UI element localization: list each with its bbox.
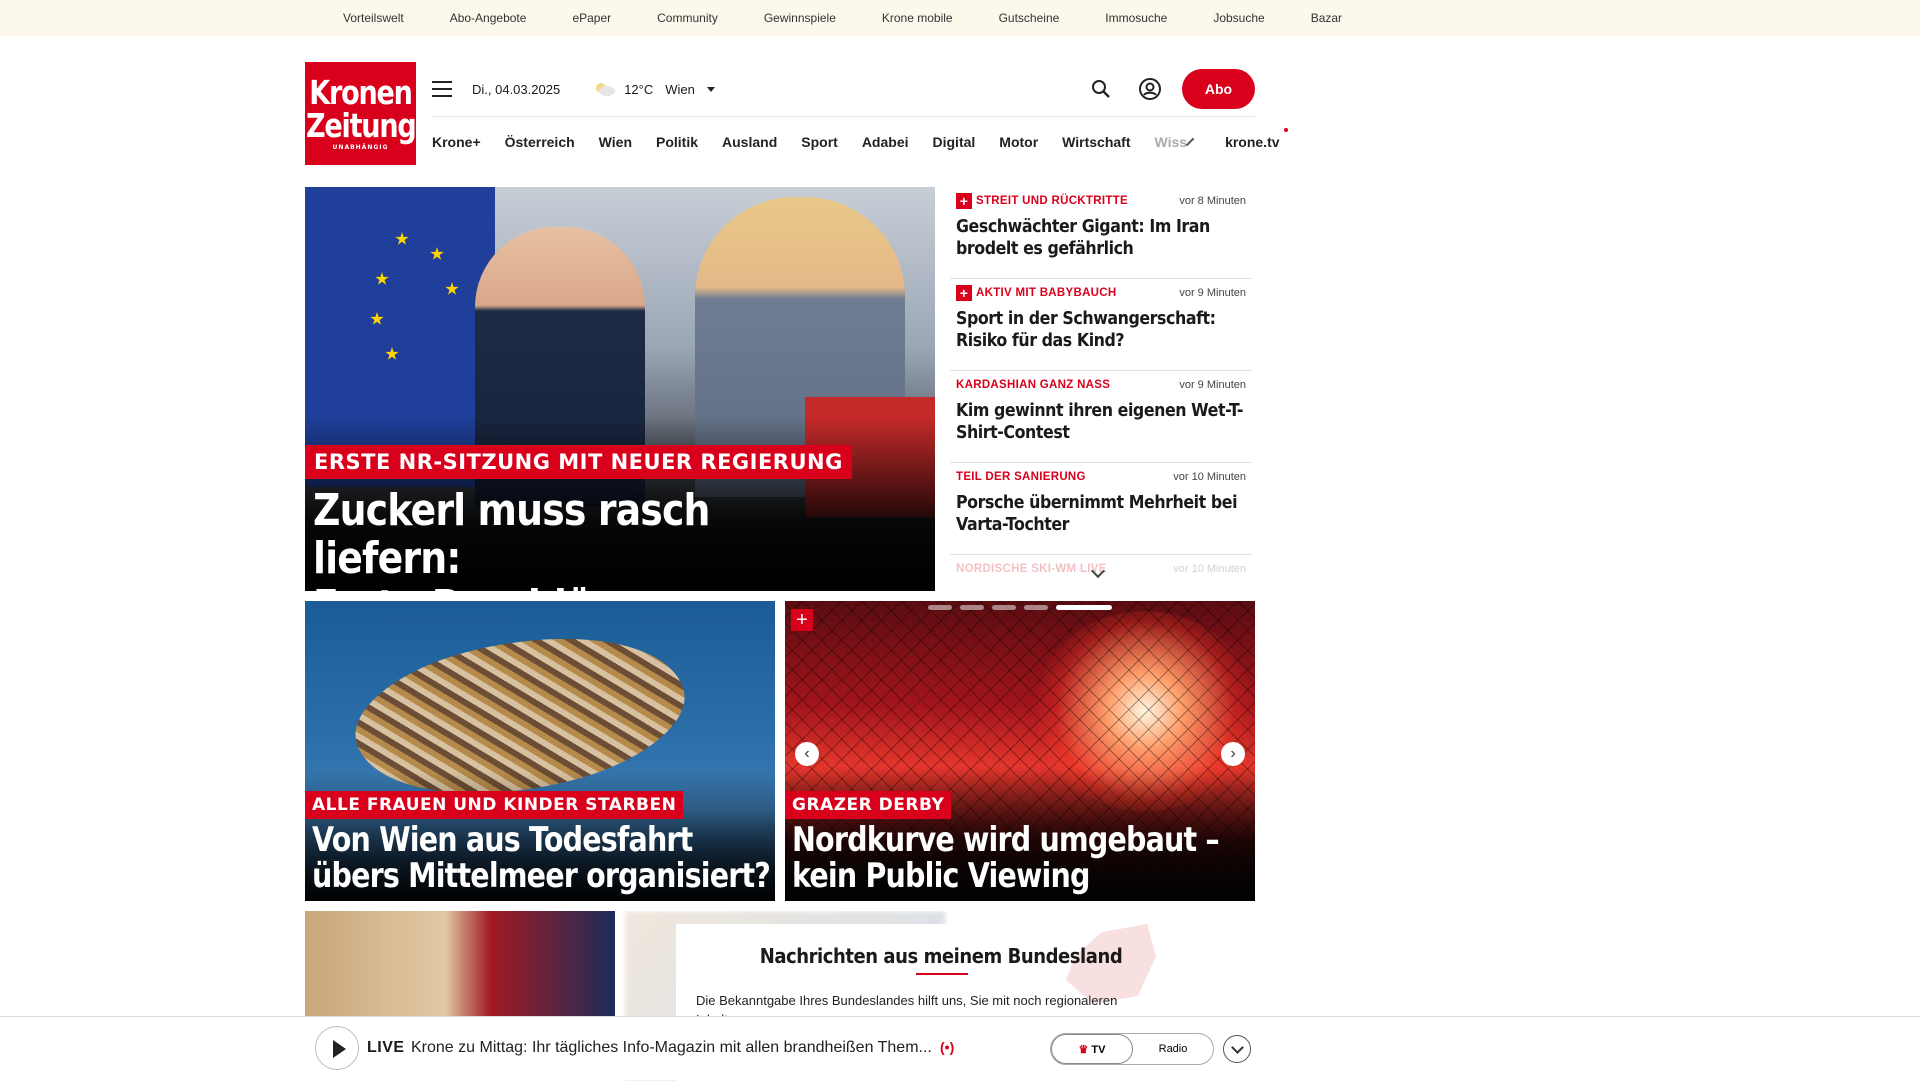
abo-button[interactable]: Abo <box>1182 69 1255 109</box>
list-item-time: vor 9 Minuten <box>1179 287 1246 299</box>
card-title-line-1: Von Wien aus Todesfahrt <box>312 820 693 860</box>
list-item-category: + AKTIV MIT BABYBAUCH <box>956 285 1117 301</box>
hero-title-line-1: Zuckerl muss rasch liefern: <box>313 485 710 584</box>
list-item-headline[interactable]: Sport in der Schwangerschaft: Risiko für… <box>956 308 1246 352</box>
list-item[interactable]: + AKTIV MIT BABYBAUCH vor 9 Minuten Sport … <box>950 279 1252 371</box>
nav-item-krone-tv[interactable]: krone.tv <box>1225 127 1289 150</box>
carousel-dot[interactable] <box>1024 605 1048 610</box>
promo-title-underline <box>916 973 968 975</box>
list-item[interactable]: TEIL DER SANIERUNG vor 10 Minuten Porsche… <box>950 463 1252 555</box>
search-icon[interactable] <box>1090 78 1112 100</box>
top-utility-bar: Vorteilswelt Abo-Angebote ePaper Communi… <box>0 0 1920 36</box>
topbar-link-abo-angebote[interactable]: Abo-Angebote <box>450 11 527 25</box>
crown-icon: ♛ <box>1078 1043 1089 1056</box>
live-player-bar: LIVE Krone zu Mittag: Ihr tägliches Info… <box>0 1016 1920 1080</box>
hero-article[interactable]: ERSTE NR-SITZUNG MIT NEUER REGIERUNG Zuc… <box>305 187 935 591</box>
media-toggle: ♛ TV Radio <box>1050 1033 1214 1065</box>
card-title-line-2: kein Public Viewing <box>792 856 1090 896</box>
topbar-link-vorteilswelt[interactable]: Vorteilswelt <box>343 11 404 25</box>
partly-cloudy-icon <box>596 83 616 96</box>
list-item-headline[interactable]: Porsche übernimmt Mehrheit bei Varta-Toc… <box>956 492 1246 536</box>
topbar-link-gutscheine[interactable]: Gutscheine <box>999 11 1060 25</box>
carousel-dot[interactable] <box>928 605 952 610</box>
tv-toggle-button[interactable]: ♛ TV <box>1051 1034 1133 1064</box>
topbar-link-gewinnspiele[interactable]: Gewinnspiele <box>764 11 836 25</box>
temperature: 12°C <box>624 81 654 97</box>
card-title-line-2: übers Mittelmeer organisiert? <box>312 856 771 896</box>
chevron-down-icon[interactable] <box>706 86 715 92</box>
hero-title: Zuckerl muss rasch liefern: Erste Beschl… <box>313 485 848 592</box>
logo-line-1: Kronen <box>309 73 413 112</box>
nav-item-sport[interactable]: Sport <box>801 134 838 150</box>
topbar-link-community[interactable]: Community <box>657 11 718 25</box>
weather-city[interactable]: Wien <box>665 82 695 97</box>
broadcast-icon: (•) <box>940 1039 955 1055</box>
topbar-link-epaper[interactable]: ePaper <box>572 11 611 25</box>
list-item-time: vor 10 Minuten <box>1173 563 1246 575</box>
hero-kicker: ERSTE NR-SITZUNG MIT NEUER REGIERUNG <box>305 445 852 479</box>
account-icon[interactable] <box>1138 77 1162 101</box>
carousel-dot-active[interactable] <box>1056 605 1112 610</box>
header-actions: Abo <box>1090 69 1255 109</box>
promo-title: Nachrichten aus meinem Bundesland <box>759 944 1123 968</box>
play-button[interactable] <box>315 1026 359 1070</box>
list-item-headline[interactable]: Kim gewinnt ihren eigenen Wet-T-Shirt-Co… <box>956 400 1246 444</box>
card-title: Nordkurve wird umgebaut – kein Public Vi… <box>792 822 1255 894</box>
nav-item-motor[interactable]: Motor <box>999 134 1038 150</box>
logo-line-2: Zeitung <box>305 106 417 145</box>
current-date: Di., 04.03.2025 <box>472 81 561 97</box>
player-title[interactable]: Krone zu Mittag: Ihr tägliches Info-Maga… <box>411 1039 932 1057</box>
krone-plus-icon: + <box>791 609 813 631</box>
latest-news-list: + STREIT UND RÜCKTRITTE vor 8 Minuten Gesc… <box>950 187 1252 577</box>
card-title: Von Wien aus Todesfahrt übers Mittelmeer… <box>312 822 775 894</box>
topbar-link-bazar[interactable]: Bazar <box>1311 11 1342 25</box>
nav-item-politik[interactable]: Politik <box>656 134 698 150</box>
header-bar: Di., 04.03.2025 12°C Wien <box>432 70 715 108</box>
nav-item-adabei[interactable]: Adabei <box>862 134 909 150</box>
logo-tagline: UNABHÄNGIG <box>332 144 389 151</box>
nav-item-krone-plus[interactable]: Krone+ <box>432 134 481 150</box>
main-nav: Krone+ Österreich Wien Politik Ausland S… <box>432 116 1289 166</box>
carousel-indicator <box>928 605 1112 610</box>
expand-player-button[interactable] <box>1223 1035 1251 1063</box>
nav-item-wissen[interactable]: Wiss <box>1155 134 1188 150</box>
list-item-category: TEIL DER SANIERUNG <box>956 471 1086 483</box>
krone-plus-icon: + <box>956 285 972 301</box>
nav-scroll-right-icon[interactable] <box>1185 137 1195 146</box>
nav-item-ausland[interactable]: Ausland <box>722 134 777 150</box>
krone-plus-icon: + <box>956 193 972 209</box>
nav-item-wien[interactable]: Wien <box>599 134 632 150</box>
carousel-next-button[interactable]: › <box>1221 742 1245 766</box>
list-item[interactable]: + STREIT UND RÜCKTRITTE vor 8 Minuten Gesc… <box>950 187 1252 279</box>
topbar-link-jobsuche[interactable]: Jobsuche <box>1213 11 1264 25</box>
teaser-card-grazer-derby[interactable]: + GRAZER DERBY Nordkurve wird umgebaut –… <box>785 601 1255 901</box>
teaser-image-politics[interactable] <box>305 911 615 1021</box>
teaser-card-migration[interactable]: ALLE FRAUEN UND KINDER STARBEN Von Wien … <box>305 601 775 901</box>
kronen-zeitung-logo[interactable]: Kronen Zeitung UNABHÄNGIG <box>305 62 416 165</box>
live-label: LIVE <box>367 1039 405 1056</box>
hero-title-line-2: Erste Beschlüsse am Freitag <box>313 583 848 592</box>
card-kicker: GRAZER DERBY <box>785 791 952 819</box>
list-item-time: vor 10 Minuten <box>1173 471 1246 483</box>
menu-icon[interactable] <box>432 81 452 97</box>
carousel-dot[interactable] <box>960 605 984 610</box>
list-item-headline[interactable]: Geschwächter Gigant: Im Iran brodelt es … <box>956 216 1246 260</box>
radio-toggle-button[interactable]: Radio <box>1133 1034 1213 1064</box>
list-item-time: vor 8 Minuten <box>1179 195 1246 207</box>
carousel-prev-button[interactable]: ‹ <box>795 742 819 766</box>
card-kicker: ALLE FRAUEN UND KINDER STARBEN <box>305 791 684 819</box>
nav-item-oesterreich[interactable]: Österreich <box>505 134 575 150</box>
list-item-category: NORDISCHE SKI-WM LIVE <box>956 563 1107 575</box>
nav-item-wirtschaft[interactable]: Wirtschaft <box>1062 134 1130 150</box>
card-title-line-1: Nordkurve wird umgebaut – <box>792 820 1220 860</box>
list-item[interactable]: KARDASHIAN GANZ NASS vor 9 Minuten Kim ge… <box>950 371 1252 463</box>
carousel-dot[interactable] <box>992 605 1016 610</box>
list-item-category: + STREIT UND RÜCKTRITTE <box>956 193 1128 209</box>
list-item-category: KARDASHIAN GANZ NASS <box>956 379 1111 391</box>
list-item-time: vor 9 Minuten <box>1179 379 1246 391</box>
nav-item-digital[interactable]: Digital <box>933 134 976 150</box>
topbar-link-immosuche[interactable]: Immosuche <box>1105 11 1167 25</box>
topbar-link-krone-mobile[interactable]: Krone mobile <box>882 11 953 25</box>
